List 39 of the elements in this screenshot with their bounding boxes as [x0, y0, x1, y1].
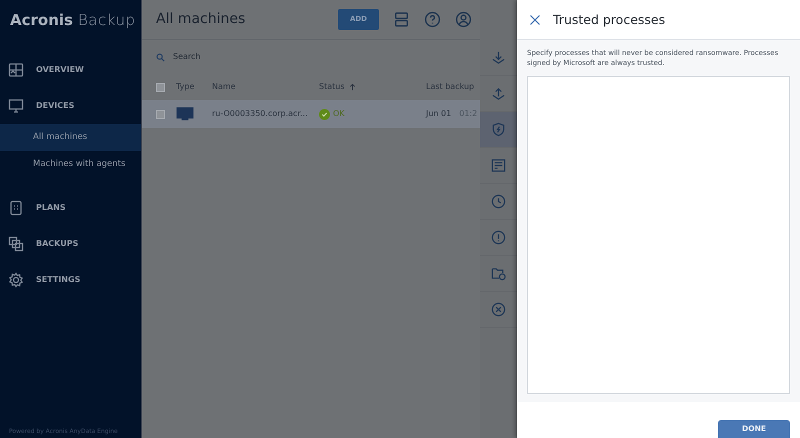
tool-tab[interactable] [480, 112, 517, 148]
column-header[interactable]: Type [176, 81, 194, 93]
close-icon [529, 14, 541, 26]
alert-icon [491, 230, 506, 245]
close-button[interactable] [529, 14, 541, 26]
search-field[interactable]: Search [171, 50, 291, 64]
user-icon[interactable] [455, 11, 472, 28]
copies-icon [8, 236, 24, 252]
nav-item[interactable]: SETTINGS [0, 262, 141, 298]
table-cell: Jun 01 [426, 108, 452, 120]
sort-arrow-icon [348, 83, 356, 91]
status-text: OK [333, 108, 345, 120]
brand-name: Acronis [10, 10, 73, 31]
nav-subitem[interactable]: All machines [0, 124, 141, 151]
clock-icon [491, 194, 506, 209]
nav-item[interactable]: OVERVIEW [0, 52, 141, 88]
nav-subitem[interactable]: Machines with agents [0, 151, 141, 178]
table-cell-text: ru-O0003350.corp.acr... [212, 108, 309, 120]
row-checkbox[interactable] [156, 110, 165, 118]
settings-icon [8, 272, 24, 288]
product-name: Backup [78, 10, 136, 31]
monitor-icon [176, 105, 194, 123]
nav-item[interactable]: PLANS [0, 190, 141, 226]
help-icon[interactable] [424, 11, 441, 28]
cancel-icon [491, 302, 506, 317]
download-icon [491, 50, 506, 65]
folder-icon [491, 266, 506, 281]
layout-icon[interactable] [393, 11, 410, 28]
shield-icon [491, 122, 506, 137]
monitor-icon [8, 98, 24, 114]
panel-title: Trusted processes [553, 12, 666, 27]
search-icon [156, 52, 165, 62]
nav-item[interactable]: BACKUPS [0, 226, 141, 262]
page-title: All machines [156, 11, 246, 28]
upload-icon [491, 86, 506, 101]
nav-item[interactable]: DEVICES [0, 88, 141, 124]
dashboard-icon [8, 62, 24, 78]
column-header[interactable]: Last backup [426, 81, 474, 93]
select-all-checkbox[interactable] [156, 82, 165, 92]
